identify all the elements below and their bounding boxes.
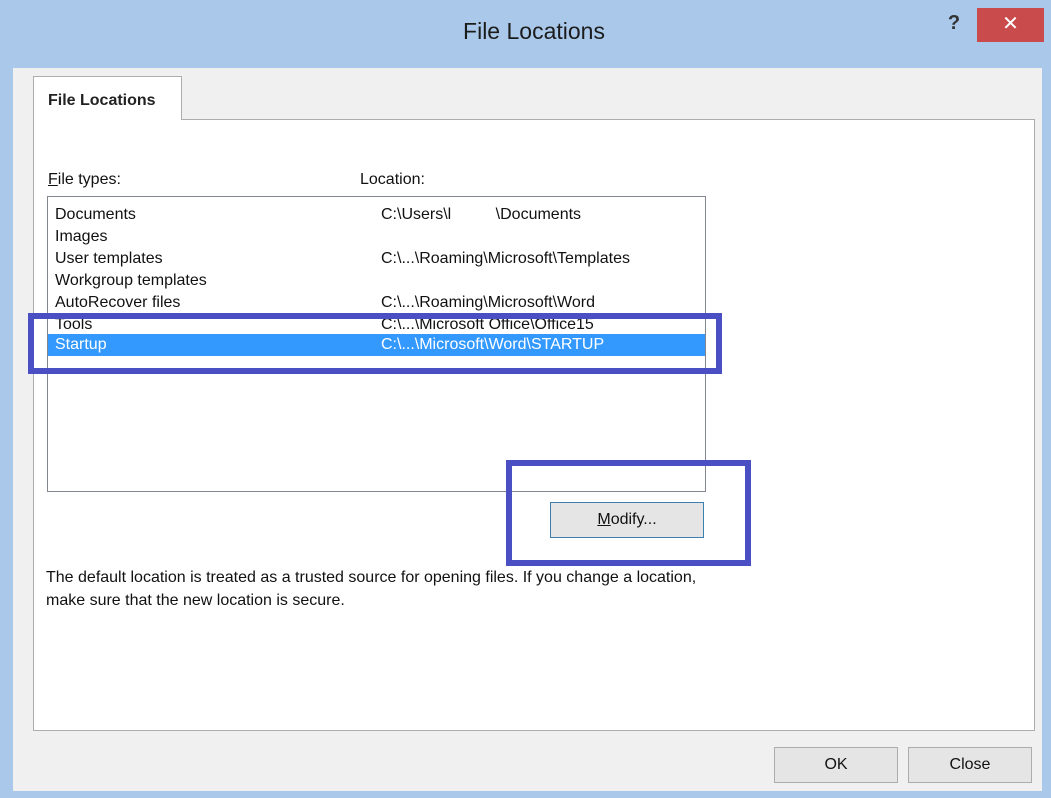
file-type-cell: User templates [55, 250, 163, 267]
close-icon: ✕ [1002, 13, 1019, 35]
file-type-cell: Startup [55, 336, 107, 353]
location-cell: C:\...\Microsoft Office\Office15 [381, 316, 594, 333]
list-item[interactable]: AutoRecover files C:\...\Roaming\Microso… [48, 292, 705, 314]
close-button[interactable]: Close [908, 747, 1032, 783]
file-type-cell: Tools [55, 316, 93, 333]
file-locations-list[interactable]: Documents C:\Users\l \Documents Images U… [47, 196, 706, 492]
file-type-cell: Images [55, 228, 108, 245]
window-close-button[interactable]: ✕ [977, 8, 1044, 42]
tab-panel: File types: Location: Documents C:\Users… [33, 119, 1035, 731]
file-type-cell: Workgroup templates [55, 272, 207, 289]
list-item[interactable]: Documents C:\Users\l \Documents [48, 204, 705, 226]
file-locations-dialog: File Locations ? ✕ File Locations File t… [0, 0, 1051, 798]
list-item[interactable]: Workgroup templates [48, 270, 705, 292]
list-item[interactable]: User templates C:\...\Roaming\Microsoft\… [48, 248, 705, 270]
location-cell: C:\...\Roaming\Microsoft\Templates [381, 250, 630, 267]
dialog-title: File Locations [463, 18, 605, 44]
location-label: Location: [360, 171, 425, 188]
trusted-location-note: The default location is treated as a tru… [46, 569, 697, 609]
location-cell: C:\Users\l \Documents [381, 206, 582, 223]
dialog-body: File Locations File types: Location: Doc… [13, 68, 1042, 791]
title-bar: File Locations ? ✕ [0, 0, 1051, 68]
list-item-selected[interactable]: Startup C:\...\Microsoft\Word\STARTUP [48, 334, 705, 356]
file-types-label: File types: [48, 171, 121, 188]
tab-file-locations[interactable]: File Locations [33, 76, 182, 120]
list-item[interactable]: Images [48, 226, 705, 248]
list-item[interactable]: Tools C:\...\Microsoft Office\Office15 [48, 314, 705, 336]
modify-button[interactable]: Modify... [550, 502, 704, 538]
location-cell: C:\...\Microsoft\Word\STARTUP [381, 336, 605, 353]
ok-button[interactable]: OK [774, 747, 898, 783]
file-type-cell: AutoRecover files [55, 294, 181, 311]
help-button[interactable]: ? [940, 10, 968, 38]
location-cell: C:\...\Roaming\Microsoft\Word [381, 294, 595, 311]
file-type-cell: Documents [55, 206, 136, 223]
